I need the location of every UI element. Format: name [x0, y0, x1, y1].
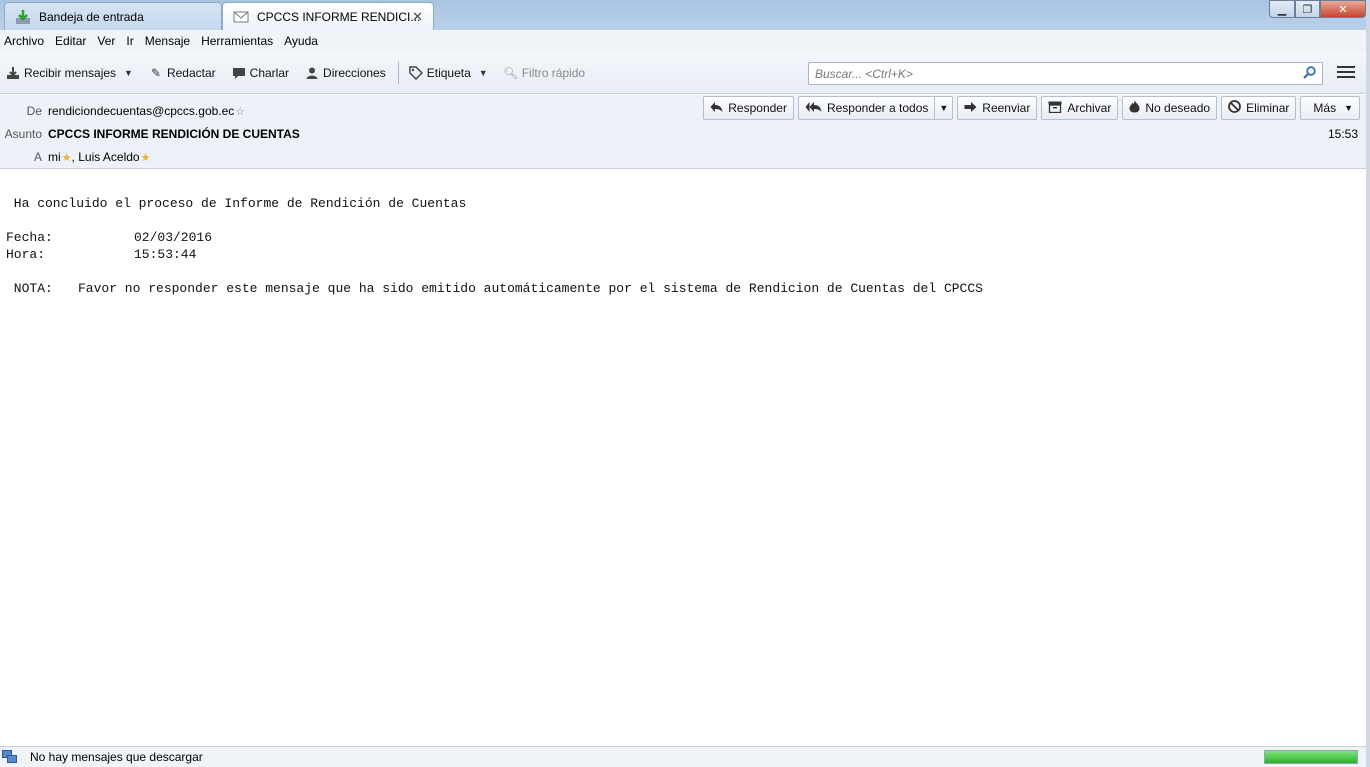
chevron-down-icon: ▼: [1344, 103, 1353, 113]
menu-editar[interactable]: Editar: [55, 34, 86, 48]
tag-button[interactable]: Etiqueta ▼: [408, 65, 488, 80]
close-tab-icon[interactable]: ✕: [412, 9, 423, 25]
menu-herramientas[interactable]: Herramientas: [201, 34, 273, 48]
get-mail-button[interactable]: Recibir mensajes ▼: [6, 66, 133, 80]
more-button[interactable]: Más ▼: [1300, 96, 1360, 120]
more-label: Más: [1313, 101, 1337, 115]
person-icon: [305, 66, 319, 80]
nota-value: Favor no responder este mensaje que ha s…: [78, 281, 983, 296]
body-line-intro: Ha concluido el proceso de Informe de Re…: [6, 196, 467, 211]
junk-label: No deseado: [1145, 101, 1211, 115]
reply-arrow-icon: [710, 101, 723, 116]
chevron-down-icon: ▼: [478, 67, 488, 78]
delete-button[interactable]: Eliminar: [1221, 96, 1297, 120]
tag-label: Etiqueta: [426, 65, 471, 80]
tag-icon: [408, 65, 423, 80]
pencil-icon: ✎: [150, 65, 161, 80]
chat-label: Charlar: [249, 65, 290, 80]
reply-all-arrow-icon: [805, 101, 822, 116]
progress-fill: [1265, 751, 1357, 763]
tab-inbox-label: Bandeja de entrada: [39, 9, 144, 24]
minimize-button[interactable]: ▁: [1269, 0, 1295, 18]
chat-bubble-icon: [232, 66, 246, 80]
reply-all-button[interactable]: Responder a todos ▼: [797, 96, 954, 120]
maximize-button[interactable]: ❐: [1295, 0, 1320, 18]
chevron-down-icon[interactable]: ▼: [934, 97, 952, 119]
address-book-label: Direcciones: [323, 65, 386, 80]
star-outline-icon[interactable]: ☆: [235, 105, 245, 118]
close-window-button[interactable]: ✕: [1320, 0, 1366, 18]
subject-label: Asunto: [4, 127, 42, 141]
menu-ir[interactable]: Ir: [126, 34, 133, 48]
window-right-edge: [1366, 0, 1370, 767]
subject-row: Asunto CPCCS INFORME RENDICIÓN DE CUENTA…: [0, 127, 300, 141]
nota-label: NOTA:: [6, 281, 53, 296]
reply-button[interactable]: Responder: [703, 96, 794, 120]
forward-arrow-icon: [964, 101, 977, 116]
tab-message[interactable]: CPCCS INFORME RENDICI... ✕: [222, 2, 434, 30]
from-label: De: [26, 104, 42, 118]
from-address[interactable]: rendiciondecuentas@cpccs.gob.ec: [48, 104, 234, 118]
fecha-value: 02/03/2016: [134, 230, 213, 245]
filter-search-icon: 🔍︎: [503, 65, 519, 80]
archive-button[interactable]: Archivar: [1041, 96, 1119, 120]
menu-ver[interactable]: Ver: [97, 34, 115, 48]
network-icon[interactable]: [2, 750, 18, 764]
to-label: A: [33, 150, 42, 164]
subject-value: CPCCS INFORME RENDICIÓN DE CUENTAS: [48, 127, 300, 141]
star-icon[interactable]: ★: [62, 151, 72, 164]
junk-button[interactable]: No deseado: [1122, 96, 1218, 120]
toolbar-separator: [397, 61, 399, 84]
download-icon: [6, 66, 20, 80]
forward-button[interactable]: Reenviar: [957, 96, 1038, 120]
status-text: No hay mensajes que descargar: [30, 750, 203, 764]
to-row: A mi ★ , Luis Aceldo ★: [0, 150, 150, 164]
compose-label: Redactar: [166, 65, 216, 80]
star-icon[interactable]: ★: [141, 151, 151, 164]
from-row: De rendiciondecuentas@cpccs.gob.ec ☆: [0, 104, 246, 118]
chat-button[interactable]: Charlar: [232, 66, 289, 80]
main-toolbar: Recibir mensajes ▼ ✎ Redactar Charlar Di…: [0, 52, 1366, 94]
quick-filter-label: Filtro rápido: [521, 65, 586, 80]
compose-button[interactable]: ✎ Redactar: [149, 66, 216, 80]
delete-label: Eliminar: [1246, 101, 1290, 115]
search-placeholder: Buscar... <Ctrl+K>: [815, 66, 913, 81]
app-menu-icon[interactable]: [1337, 66, 1355, 80]
header-actions: Responder Responder a todos ▼ Reenviar A…: [699, 96, 1360, 120]
fecha-label: Fecha:: [6, 230, 53, 245]
search-input[interactable]: Buscar... <Ctrl+K>: [808, 62, 1323, 85]
chevron-down-icon[interactable]: ▼: [124, 68, 133, 78]
quick-filter-button[interactable]: 🔍︎ Filtro rápido: [503, 65, 586, 80]
inbox-download-icon: [15, 9, 31, 25]
menu-mensaje[interactable]: Mensaje: [145, 34, 190, 48]
menu-archivo[interactable]: Archivo: [4, 34, 44, 48]
hora-label: Hora:: [6, 247, 46, 262]
tab-message-label: CPCCS INFORME RENDICI...: [257, 9, 421, 24]
fire-icon: [1129, 100, 1140, 116]
reply-all-label: Responder a todos: [826, 101, 929, 115]
archive-label: Archivar: [1067, 101, 1112, 115]
search-icon[interactable]: [1303, 66, 1316, 82]
progress-bar: [1264, 750, 1358, 764]
address-book-button[interactable]: Direcciones: [305, 66, 386, 80]
tab-inbox[interactable]: Bandeja de entrada: [4, 2, 222, 30]
prohibited-icon: [1228, 100, 1241, 116]
title-bar: Bandeja de entrada CPCCS INFORME RENDICI…: [0, 0, 1370, 30]
message-body: Ha concluido el proceso de Informe de Re…: [0, 170, 1366, 746]
to-recipient-me[interactable]: mi: [48, 150, 61, 164]
message-time: 15:53: [1327, 127, 1358, 141]
envelope-icon: [233, 9, 249, 25]
menu-ayuda[interactable]: Ayuda: [284, 34, 318, 48]
menu-bar: Archivo Editar Ver Ir Mensaje Herramient…: [0, 30, 1366, 52]
to-recipient-luis[interactable]: , Luis Aceldo: [72, 150, 140, 164]
status-bar: No hay mensajes que descargar: [0, 746, 1366, 767]
hora-value: 15:53:44: [134, 247, 197, 262]
forward-label: Reenviar: [982, 101, 1031, 115]
window-controls: ▁ ❐ ✕: [1269, 0, 1366, 18]
reply-label: Responder: [728, 101, 787, 115]
get-mail-label: Recibir mensajes: [24, 65, 117, 80]
archive-box-icon: [1048, 101, 1062, 116]
message-header: De rendiciondecuentas@cpccs.gob.ec ☆ Asu…: [0, 95, 1366, 169]
